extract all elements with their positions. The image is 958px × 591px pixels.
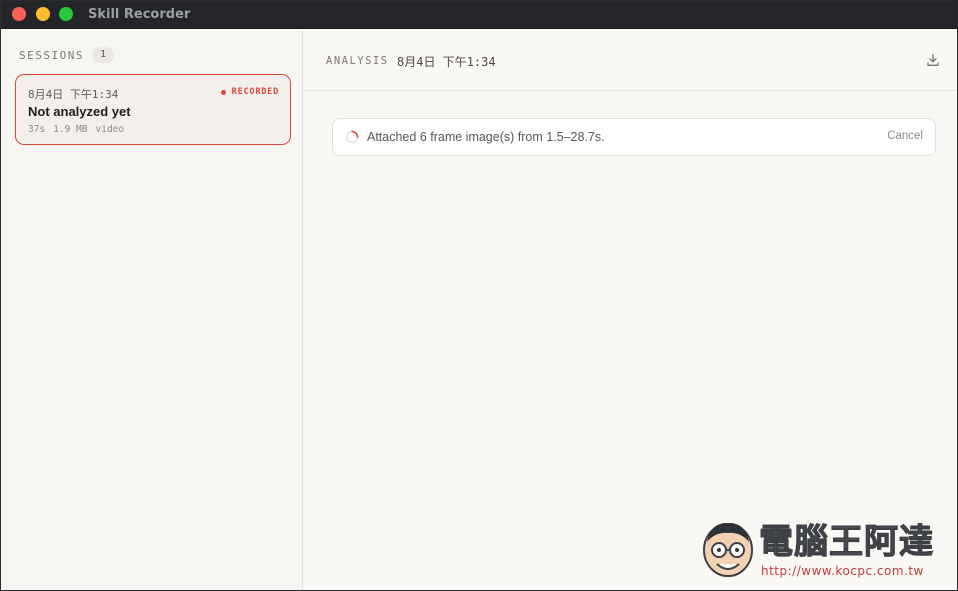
maximize-window-button[interactable] <box>59 7 73 21</box>
session-title: Not analyzed yet <box>28 104 131 119</box>
sessions-sidebar: SESSIONS 1 8月4日 下午1:34 RECORDED Not anal… <box>1 30 303 590</box>
cancel-button[interactable]: Cancel <box>887 130 923 142</box>
analysis-date: 8月4日 下午1:34 <box>397 55 496 69</box>
sessions-header: SESSIONS 1 <box>19 46 114 64</box>
analysis-progress-card: Attached 6 frame image(s) from 1.5–28.7s… <box>332 118 936 156</box>
window-title: Skill Recorder <box>88 7 191 22</box>
title-bar: Skill Recorder <box>1 1 957 29</box>
close-window-button[interactable] <box>12 7 26 21</box>
session-duration: 37s <box>28 124 46 135</box>
session-type: video <box>95 124 125 135</box>
sessions-label: SESSIONS <box>19 48 84 62</box>
recorded-dot-icon <box>220 89 226 95</box>
session-status-label: RECORDED <box>231 87 279 97</box>
session-status-badge: RECORDED <box>220 87 279 97</box>
spinner-icon <box>345 130 359 144</box>
session-meta: 37s 1.9 MB video <box>28 124 124 135</box>
download-icon[interactable] <box>925 52 941 68</box>
session-item[interactable]: 8月4日 下午1:34 RECORDED Not analyzed yet 37… <box>15 74 291 145</box>
app-window: Skill Recorder SESSIONS 1 8月4日 下午1:34 RE… <box>0 0 958 591</box>
watermark: 電腦王阿達 http://www.kocpc.com.tw <box>699 514 949 584</box>
progress-message: Attached 6 frame image(s) from 1.5–28.7s… <box>367 130 605 144</box>
minimize-window-button[interactable] <box>36 7 50 21</box>
session-size: 1.9 MB <box>53 124 88 135</box>
sessions-count-badge: 1 <box>91 47 114 63</box>
analysis-panel: ANALYSIS 8月4日 下午1:34 Attached 6 frame im… <box>304 30 957 590</box>
watermark-url: http://www.kocpc.com.tw <box>761 564 924 578</box>
analysis-label: ANALYSIS <box>326 55 389 67</box>
analysis-header: ANALYSIS 8月4日 下午1:34 <box>304 30 957 91</box>
mascot-logo-icon <box>699 518 757 580</box>
watermark-brand: 電腦王阿達 <box>759 522 934 563</box>
session-date: 8月4日 下午1:34 <box>28 88 119 101</box>
